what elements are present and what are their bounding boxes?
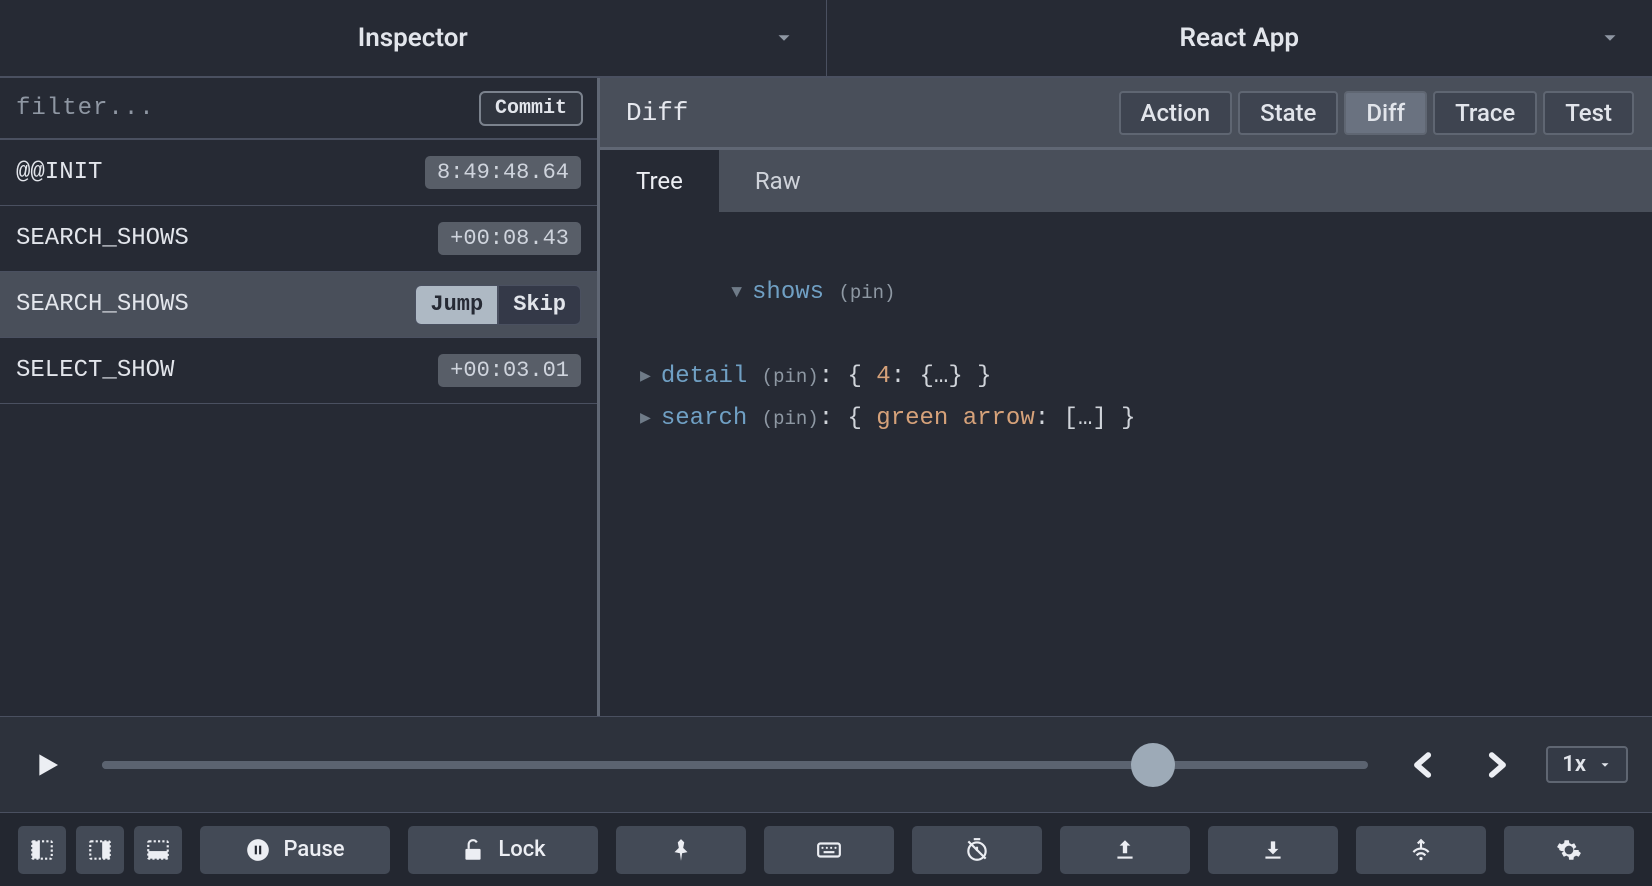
timestamp-chip: +00:08.43 (438, 222, 581, 255)
layout-right-button[interactable] (76, 826, 124, 874)
action-name: SEARCH_SHOWS (16, 291, 189, 318)
arrow-right-icon[interactable] (640, 405, 661, 432)
timer-off-icon (964, 837, 990, 863)
tree-view: shows (pin) detail (pin): { 4: {…} }sear… (600, 212, 1652, 716)
download-button[interactable] (1208, 826, 1338, 874)
tree-key: search (661, 405, 747, 432)
speed-selector[interactable]: 1x (1546, 746, 1628, 783)
action-list-panel: Commit @@INIT 8:49:48.64 SEARCH_SHOWS +00:0… (0, 78, 600, 716)
pause-recording-button[interactable]: Pause (200, 826, 390, 874)
panel-layout-buttons (18, 826, 182, 874)
jump-button[interactable]: Jump (415, 285, 498, 325)
chevron-down-icon (1598, 758, 1612, 772)
action-list: @@INIT8:49:48.64SEARCH_SHOWS+00:08.43SEA… (0, 140, 597, 716)
pin-label[interactable]: (pin) (762, 408, 819, 430)
bottom-toolbar: Pause Lock (0, 812, 1652, 886)
tree-key: detail (661, 363, 747, 390)
upload-button[interactable] (1060, 826, 1190, 874)
broadcast-icon (1408, 837, 1434, 863)
tree-node-root[interactable]: shows (pin) (616, 230, 1636, 356)
tree-preview-key: 4 (876, 363, 890, 390)
layout-left-button[interactable] (18, 826, 66, 874)
pin-label[interactable]: (pin) (762, 366, 819, 388)
filter-row: Commit (0, 78, 597, 140)
play-button[interactable] (24, 743, 68, 787)
speed-label: 1x (1562, 752, 1586, 777)
pin-button[interactable] (616, 826, 746, 874)
tree-preview-key: green arrow (876, 405, 1034, 432)
subtab-tree[interactable]: Tree (600, 150, 719, 212)
tree-preview-val: […] (1064, 405, 1107, 432)
tab-test[interactable]: Test (1543, 91, 1634, 135)
timestamp-chip: +00:03.01 (438, 354, 581, 387)
action-row[interactable]: SELECT_SHOW +00:03.01 (0, 338, 597, 404)
tab-trace[interactable]: Trace (1433, 91, 1537, 135)
pause-label: Pause (283, 837, 344, 862)
download-icon (1260, 837, 1286, 863)
pin-icon (668, 837, 694, 863)
panel-title: Diff (618, 98, 688, 128)
arrow-right-icon[interactable] (640, 363, 661, 390)
prev-button[interactable] (1402, 743, 1446, 787)
diff-panel: Diff ActionStateDiffTraceTest TreeRaw sh… (600, 78, 1652, 716)
action-name: SELECT_SHOW (16, 357, 174, 384)
upload-icon (1112, 837, 1138, 863)
arrow-down-icon[interactable] (731, 279, 752, 306)
timeline-slider[interactable] (102, 745, 1368, 785)
pause-icon (245, 837, 271, 863)
chevron-down-icon[interactable] (1588, 16, 1632, 60)
tab-diff[interactable]: Diff (1344, 91, 1427, 135)
tab-action[interactable]: Action (1119, 91, 1233, 135)
subtab-raw[interactable]: Raw (719, 150, 837, 212)
panel-header: Diff ActionStateDiffTraceTest (600, 78, 1652, 150)
action-row[interactable]: SEARCH_SHOWS JumpSkip (0, 272, 597, 338)
remote-button[interactable] (1356, 826, 1486, 874)
action-row[interactable]: SEARCH_SHOWS +00:08.43 (0, 206, 597, 272)
pin-label[interactable]: (pin) (838, 282, 895, 304)
skip-button[interactable]: Skip (498, 285, 581, 325)
panel-tabs: ActionStateDiffTraceTest (1119, 91, 1634, 135)
main-area: Commit @@INIT 8:49:48.64 SEARCH_SHOWS +00:0… (0, 78, 1652, 716)
lock-open-icon (460, 837, 486, 863)
player-bar: 1x (0, 716, 1652, 812)
tree-preview-val: {…} (920, 363, 963, 390)
action-row[interactable]: @@INIT 8:49:48.64 (0, 140, 597, 206)
slider-thumb[interactable] (1131, 743, 1175, 787)
commit-button[interactable]: Commit (479, 91, 583, 126)
settings-button[interactable] (1504, 826, 1634, 874)
layout-bottom-button[interactable] (134, 826, 182, 874)
instance-title: React App (1179, 23, 1299, 53)
inspector-dropdown[interactable]: Inspector (0, 0, 826, 76)
keyboard-button[interactable] (764, 826, 894, 874)
inspector-title: Inspector (358, 23, 468, 53)
action-name: @@INIT (16, 159, 102, 186)
disable-timer-button[interactable] (912, 826, 1042, 874)
chevron-down-icon[interactable] (762, 16, 806, 60)
next-button[interactable] (1474, 743, 1518, 787)
tree-key: shows (752, 279, 824, 306)
instance-dropdown[interactable]: React App (826, 0, 1652, 76)
tree-node[interactable]: detail (pin): { 4: {…} } (616, 356, 1636, 398)
lock-label: Lock (498, 837, 545, 862)
panel-subtabs: TreeRaw (600, 150, 1652, 212)
filter-input[interactable] (14, 94, 463, 123)
tree-node[interactable]: search (pin): { green arrow: […] } (616, 398, 1636, 440)
keyboard-icon (816, 837, 842, 863)
tab-state[interactable]: State (1238, 91, 1338, 135)
lock-button[interactable]: Lock (408, 826, 598, 874)
gear-icon (1556, 837, 1582, 863)
action-name: SEARCH_SHOWS (16, 225, 189, 252)
timestamp-chip: 8:49:48.64 (425, 156, 581, 189)
top-bar: Inspector React App (0, 0, 1652, 78)
